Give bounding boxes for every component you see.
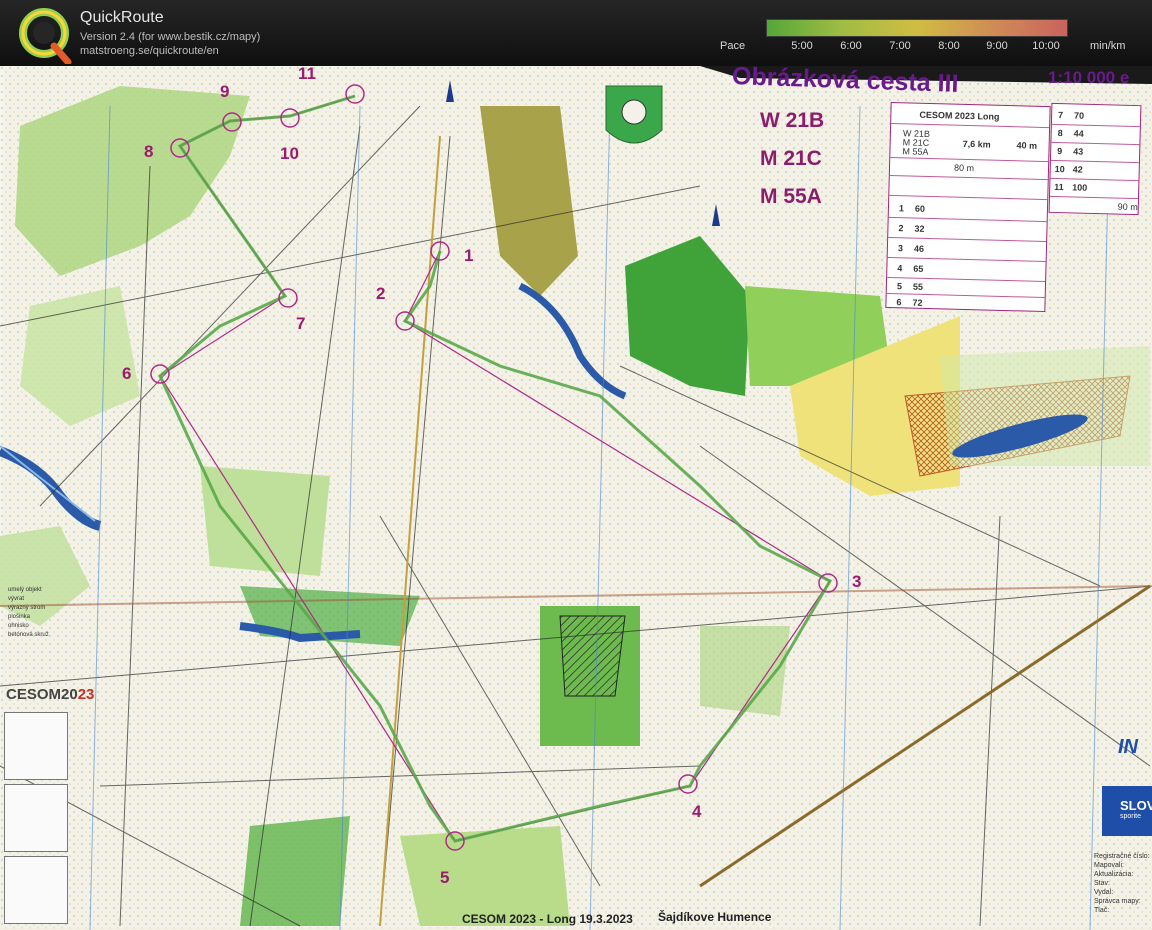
control-number: 8 — [144, 142, 154, 161]
map-scale: 1:10 000 e — [1048, 68, 1130, 87]
course-climb: 40 m — [1016, 140, 1038, 151]
control-number: 7 — [296, 314, 306, 333]
control-number: 1 — [464, 246, 474, 265]
control-number: 10 — [280, 144, 299, 163]
map-metadata: Registračné číslo: Mapovali: Aktualizáci… — [1094, 853, 1150, 914]
app-url: matstroeng.se/quickroute/en — [80, 45, 219, 57]
map-legend: umelý objekt vývrat výrazný strom plošin… — [8, 587, 49, 638]
blank-box — [4, 856, 68, 924]
pace-color-scale — [766, 19, 1068, 37]
control-number: 2 — [376, 284, 386, 303]
pace-tick: 6:00 — [840, 40, 862, 52]
control-number: 11 — [298, 64, 316, 83]
pace-unit: min/km — [1090, 40, 1126, 52]
map-footer-place: Šajdíkove Humence — [658, 910, 772, 924]
pace-tick: 9:00 — [986, 40, 1008, 52]
app-header: QuickRoute Version 2.4 (for www.bestik.c… — [0, 0, 1152, 66]
control-description-sheet: CESOM 2023 Long W 21B M 21C M 55A 7,6 km… — [885, 101, 1051, 313]
coat-of-arms-icon — [605, 85, 663, 144]
course-length: 7,6 km — [962, 138, 991, 150]
pace-tick: 10:00 — [1032, 40, 1060, 52]
quickroute-logo-icon — [19, 8, 72, 64]
sponsor-logo: SLOV sporite — [1102, 786, 1152, 836]
blank-box — [4, 784, 68, 852]
control-number: 5 — [440, 868, 450, 887]
course-class: M 21C — [760, 147, 822, 170]
course-class: W 21B — [760, 109, 825, 132]
sponsor-brand: IN — [1118, 736, 1138, 758]
finish-distance: 90 m — [1117, 201, 1138, 213]
pace-tick: 7:00 — [889, 40, 911, 52]
pace-label: Pace — [720, 40, 746, 52]
course-class: M 55A — [760, 185, 822, 208]
course-header: CESOM 2023 Long — [919, 109, 1000, 122]
quickroute-window: QuickRoute Version 2.4 (for www.bestik.c… — [0, 0, 1152, 930]
control-description-sheet-2: 7 70 8 44 9 43 10 42 11 100 90 m — [1048, 102, 1142, 216]
map-footer-event: CESOM 2023 - Long 19.3.2023 — [462, 912, 633, 926]
event-logo: CESOM2023 — [6, 686, 95, 703]
control-number: 3 — [852, 572, 862, 591]
pace-tick: 5:00 — [791, 40, 813, 52]
orienteering-map[interactable]: Obrázková cesta III 1:10 000 e W 21B M 2… — [0, 62, 1152, 930]
control-number: 4 — [692, 802, 702, 821]
app-version: Version 2.4 (for www.bestik.cz/mapy) — [80, 31, 261, 43]
pace-tick: 8:00 — [938, 40, 960, 52]
start-distance: 80 m — [953, 162, 975, 174]
control-number: 6 — [122, 364, 132, 383]
app-title: QuickRoute — [80, 9, 164, 26]
blank-box — [4, 712, 68, 780]
control-number: 9 — [220, 82, 230, 101]
